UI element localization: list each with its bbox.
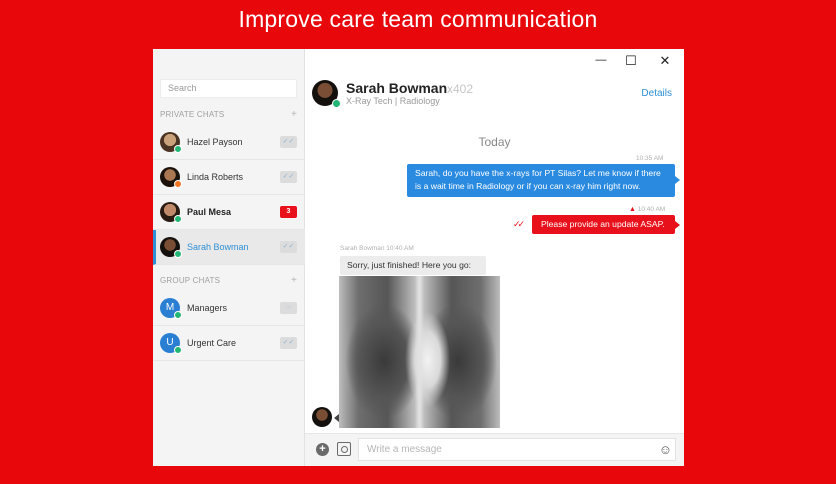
message-meta: Sarah Bowman 10:40 AM (340, 245, 414, 252)
maximize-button[interactable]: ☐ (623, 53, 639, 69)
sender-avatar (312, 407, 332, 427)
xray-spine (415, 276, 424, 428)
chat-item-managers[interactable]: M Managers ◌· (153, 291, 305, 326)
message-meta: ▲ 10:40 AM (629, 206, 665, 213)
away-status-icon (174, 180, 182, 188)
delivered-check-icon: ✓✓ (513, 219, 525, 229)
attach-plus-icon[interactable]: + (316, 443, 329, 456)
read-receipt-icon: ✓✓ (280, 136, 297, 148)
sender-pointer (334, 414, 339, 422)
search-input[interactable]: Search (160, 79, 297, 98)
read-receipt-icon: ✓✓ (280, 337, 297, 349)
group-status-icon (174, 346, 182, 354)
group-status-icon (174, 311, 182, 319)
message-timestamp: 10:40 AM (386, 245, 414, 252)
contact-role: X-Ray Tech | Radiology (346, 96, 440, 106)
chat-item-urgent-care[interactable]: U Urgent Care ✓✓ (153, 326, 305, 361)
chat-item-hazel-payson[interactable]: Hazel Payson ✓✓ (153, 125, 305, 160)
read-receipt-icon: ✓✓ (280, 171, 297, 183)
chat-name: Paul Mesa (187, 207, 232, 217)
chat-name: Linda Roberts (187, 172, 244, 182)
chat-item-paul-mesa[interactable]: Paul Mesa 3 (153, 195, 305, 230)
online-status-icon (174, 250, 182, 258)
message-timestamp: 10:40 AM (637, 206, 666, 213)
add-group-chat-icon[interactable]: + (291, 275, 297, 286)
conversation-pane: — ☐ ✕ Sarah Bowman x402 X-Ray Tech | Rad… (305, 49, 684, 466)
close-button[interactable]: ✕ (657, 53, 673, 69)
chat-name: Managers (187, 303, 228, 313)
group-chats-header: GROUP CHATS + (160, 275, 297, 286)
day-divider: Today (478, 135, 511, 149)
contact-name: Sarah Bowman (346, 80, 448, 96)
contact-extension: x402 (447, 82, 474, 96)
priority-warning-icon: ▲ (629, 206, 636, 213)
private-chats-header: PRIVATE CHATS + (160, 109, 297, 120)
chat-name: Urgent Care (187, 338, 237, 348)
group-chats-label: GROUP CHATS (160, 276, 221, 285)
incoming-message: Sorry, just finished! Here you go: (340, 256, 486, 275)
priority-message: Please provide an update ASAP. (532, 215, 680, 234)
details-link[interactable]: Details (641, 88, 672, 99)
chat-item-sarah-bowman[interactable]: Sarah Bowman ✓✓ (153, 230, 305, 265)
emoji-icon[interactable]: ☺ (659, 442, 672, 457)
message-input[interactable] (358, 438, 676, 461)
chat-name: Hazel Payson (187, 137, 243, 147)
add-private-chat-icon[interactable]: + (291, 109, 297, 120)
muted-icon: ◌· (280, 302, 297, 314)
outgoing-message: Sarah, do you have the x-rays for PT Sil… (407, 164, 680, 197)
message-sender: Sarah Bowman (340, 245, 385, 252)
message-input-bar: + ☺ (305, 433, 684, 466)
sidebar: Search PRIVATE CHATS + Hazel Payson ✓✓ L… (153, 49, 305, 466)
chat-item-linda-roberts[interactable]: Linda Roberts ✓✓ (153, 160, 305, 195)
unread-count-badge: 3 (280, 206, 297, 218)
online-status-icon (174, 215, 182, 223)
chat-name: Sarah Bowman (187, 242, 249, 252)
online-status-icon (332, 99, 341, 108)
online-status-icon (174, 145, 182, 153)
screenshot-icon[interactable] (337, 442, 351, 456)
xray-image-attachment[interactable] (339, 276, 500, 428)
banner-title: Improve care team communication (238, 6, 598, 32)
minimize-button[interactable]: — (593, 54, 609, 66)
message-timestamp: 10:35 AM (636, 155, 664, 162)
private-chats-label: PRIVATE CHATS (160, 110, 225, 119)
read-receipt-icon: ✓✓ (280, 241, 297, 253)
chat-window: Search PRIVATE CHATS + Hazel Payson ✓✓ L… (153, 49, 684, 466)
